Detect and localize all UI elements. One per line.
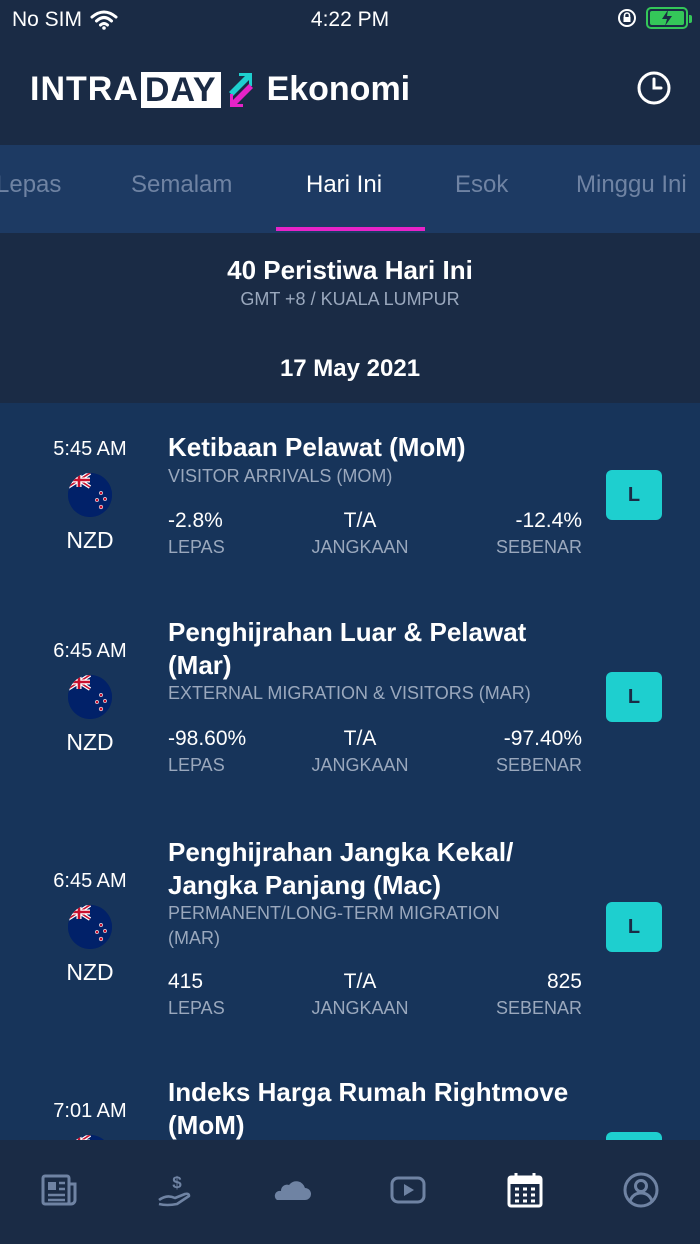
event-subtitle: EXTERNAL MIGRATION & VISITORS (MAR) xyxy=(168,681,578,706)
forecast-value: T/A xyxy=(343,727,377,750)
event-row[interactable]: 7:01 AM Indeks Harga Rumah Rightmove (Mo… xyxy=(0,1063,700,1140)
event-title: Ketibaan Pelawat (MoM) xyxy=(168,431,588,464)
previous-value: 415 xyxy=(168,970,204,993)
nz-flag-icon xyxy=(68,473,112,517)
nav-market[interactable]: $ xyxy=(155,1170,195,1210)
event-list: 5:45 AM NZD Ketibaan Pelawat (MoM) VISIT… xyxy=(0,403,700,1140)
battery-icon xyxy=(646,7,692,29)
event-currency: NZD xyxy=(66,959,114,985)
logo-econ: Ekonomi xyxy=(266,70,411,108)
event-count-title: 40 Peristiwa Hari Ini xyxy=(227,255,473,285)
event-subtitle-line: EXTERNAL MIGRATION & VISITORS (MAR) xyxy=(168,683,531,703)
event-title-line: (MoM) xyxy=(168,1110,245,1140)
impact-badge[interactable]: L xyxy=(606,470,662,520)
dollar-hand-icon: $ xyxy=(158,1173,191,1207)
status-right xyxy=(616,7,692,29)
actual-value: -12.4% xyxy=(515,509,582,532)
nz-flag-icon xyxy=(68,675,112,719)
event-title-line: Indeks Harga Rumah Rightmove xyxy=(168,1077,569,1107)
date-header: 17 May 2021 xyxy=(279,355,421,382)
impact-badge[interactable]: L xyxy=(606,672,662,722)
app-header: INTRA DAY Ekonomi xyxy=(0,40,700,145)
orientation-lock-icon xyxy=(618,9,636,27)
nz-flag-icon xyxy=(68,905,112,949)
event-time: 6:45 AM xyxy=(53,640,127,662)
app-logo: INTRA DAY Ekonomi xyxy=(30,70,410,109)
impact-badge[interactable] xyxy=(606,1132,662,1140)
play-icon xyxy=(390,1176,426,1204)
event-currency: NZD xyxy=(66,527,114,553)
active-tab-indicator xyxy=(276,227,425,231)
tab-semalam[interactable]: Semalam xyxy=(131,171,232,199)
bottom-nav: $ xyxy=(0,1140,700,1244)
summary-header: 40 Peristiwa Hari Ini GMT +8 / KUALA LUM… xyxy=(0,233,700,403)
previous-label: LEPAS xyxy=(168,998,225,1018)
event-row[interactable]: 6:45 AM NZD Penghijrahan Jangka Kekal/ J… xyxy=(0,823,700,1063)
svg-text:$: $ xyxy=(172,1173,182,1192)
event-subtitle-line: PERMANENT/LONG-TERM MIGRATION xyxy=(168,903,500,923)
newspaper-icon xyxy=(41,1174,77,1206)
event-row[interactable]: 5:45 AM NZD Ketibaan Pelawat (MoM) VISIT… xyxy=(0,403,700,603)
event-subtitle: VISITOR ARRIVALS (MOM) xyxy=(168,464,578,489)
nav-podcast[interactable] xyxy=(271,1170,311,1210)
event-time: 7:01 AM xyxy=(53,1100,127,1122)
event-row[interactable]: 6:45 AM NZD Penghijrahan Luar & Pelawat … xyxy=(0,603,700,823)
forecast-label: JANGKAAN xyxy=(311,537,409,557)
nav-video[interactable] xyxy=(388,1170,428,1210)
event-subtitle: PERMANENT/LONG-TERM MIGRATION (MAR) xyxy=(168,901,578,951)
actual-label: SEBENAR xyxy=(495,755,582,775)
forecast-value: T/A xyxy=(343,970,377,993)
forecast-value: T/A xyxy=(343,509,377,532)
forecast-label: JANGKAAN xyxy=(311,998,409,1018)
event-subtitle-line: VISITOR ARRIVALS (MOM) xyxy=(168,466,393,486)
logo-day: DAY xyxy=(140,71,221,108)
nav-profile[interactable] xyxy=(621,1170,661,1210)
event-subtitle-line: (MAR) xyxy=(168,928,220,948)
logo-arrows-icon xyxy=(228,72,253,107)
actual-value: 825 xyxy=(546,970,582,993)
event-title-line: (Mar) xyxy=(168,650,232,680)
nav-calendar[interactable] xyxy=(505,1170,545,1210)
logo-intra: INTRA xyxy=(30,70,139,108)
event-title: Penghijrahan Luar & Pelawat (Mar) xyxy=(168,616,588,682)
event-title-line: Ketibaan Pelawat (MoM) xyxy=(168,432,466,462)
tab-minggu-ini[interactable]: Minggu Ini xyxy=(576,171,687,199)
tab-lepas[interactable]: Lepas xyxy=(0,171,61,199)
event-title: Penghijrahan Jangka Kekal/ Jangka Panjan… xyxy=(168,836,588,902)
period-tabs: Lepas Semalam Hari Ini Esok Minggu Ini xyxy=(0,145,700,233)
status-bar: No SIM 4:22 PM xyxy=(0,0,700,40)
actual-label: SEBENAR xyxy=(495,998,582,1018)
impact-badge[interactable]: L xyxy=(606,902,662,952)
event-title-line: Penghijrahan Jangka Kekal/ xyxy=(168,837,514,867)
status-time: 4:22 PM xyxy=(310,8,390,31)
clock-icon[interactable] xyxy=(636,70,672,106)
actual-label: SEBENAR xyxy=(495,537,582,557)
event-title-line: Penghijrahan Luar & Pelawat xyxy=(168,617,527,647)
previous-label: LEPAS xyxy=(168,755,225,775)
calendar-icon xyxy=(507,1173,543,1208)
tab-esok[interactable]: Esok xyxy=(455,171,508,199)
tab-hari-ini[interactable]: Hari Ini xyxy=(306,171,382,199)
timezone-label: GMT +8 / KUALA LUMPUR xyxy=(240,289,460,309)
user-icon xyxy=(623,1172,659,1208)
cloud-icon xyxy=(274,1181,311,1200)
previous-value: -98.60% xyxy=(168,727,247,750)
previous-value: -2.8% xyxy=(168,509,223,532)
event-time: 6:45 AM xyxy=(53,870,127,892)
actual-value: -97.40% xyxy=(503,727,582,750)
previous-label: LEPAS xyxy=(168,537,225,557)
event-title-line: Jangka Panjang (Mac) xyxy=(168,870,442,900)
forecast-label: JANGKAAN xyxy=(311,755,409,775)
nav-news[interactable] xyxy=(39,1170,79,1210)
event-time: 5:45 AM xyxy=(53,438,127,460)
event-title: Indeks Harga Rumah Rightmove (MoM) xyxy=(168,1076,588,1140)
event-currency: NZD xyxy=(66,729,114,755)
